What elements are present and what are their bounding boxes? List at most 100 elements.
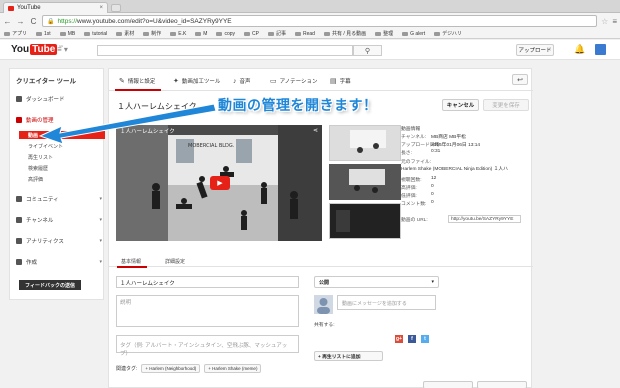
bookmark-item[interactable]: 制作 [143,30,161,37]
tab-label: 情報と設定 [127,79,156,85]
browser-tab[interactable]: YouTube × [3,2,108,13]
privacy-select[interactable]: 公開 ▾ [314,276,439,288]
tab-annotations[interactable]: ▭ アノテーション [270,77,318,85]
play-button[interactable]: ▶ [210,176,230,190]
info-row: 動画の URL: [401,216,431,223]
title-input[interactable]: １人ハーレムシェイク [116,276,299,288]
back-arrow-icon[interactable]: ← [3,17,12,26]
info-value: MB商店 MB平松 [431,135,466,140]
info-key: チャンネル: [401,135,427,140]
google-plus-icon[interactable]: g+ [395,335,403,343]
tab-label: アノテーション [279,79,318,85]
bookmark-item[interactable]: copy [216,31,235,37]
forward-arrow-icon[interactable]: → [16,17,25,26]
bookmark-item[interactable]: Read [295,31,315,37]
video-manager-icon [16,117,22,123]
info-key: コメント数: [401,202,427,207]
bookmark-item[interactable]: G alert [402,31,425,37]
info-row: 元のファイル: [401,158,431,165]
youtube-logo[interactable]: You Tube JP [11,44,63,55]
thumbnail-option[interactable] [329,203,401,239]
folder-icon [195,31,202,36]
notification-bell-icon[interactable]: 🔔 [574,44,585,55]
info-row: 長さ: 0:31 [401,149,440,156]
info-value: 12 [431,176,437,181]
bookmark-label: CP [252,30,259,37]
sidebar-item-analytics[interactable]: アナリティクス ▾ [16,237,102,245]
bottom-cancel-button[interactable] [423,381,473,388]
subitem-label: 動画 [28,132,39,139]
tab-subtitles[interactable]: ▤ 字幕 [330,77,351,85]
description-textarea[interactable]: 説明 [116,295,299,327]
search-icon: ⚲ [364,47,371,55]
sidebar-subitem-playlists[interactable]: 再生リスト [28,154,53,161]
sidebar-subitem-live[interactable]: ライブイベント [28,143,63,150]
folder-icon [244,31,251,36]
facebook-icon[interactable]: f [408,335,416,343]
bookmark-item[interactable]: tutorial [84,31,107,37]
bookmark-item[interactable]: 共有 / 見る動画 [323,30,366,37]
related-tag-chip[interactable]: + Harlem (Neighborhood) [141,364,201,373]
reload-icon[interactable]: C [29,17,38,26]
sidebar-subitem-videos[interactable]: 動画 [19,131,105,139]
upload-button[interactable]: アップロード [516,44,554,56]
tags-input[interactable]: タグ（例: アルバート・アインシュタイン、空飛ぶ豚、マッシュアップ） [116,335,299,357]
thumbnail-option[interactable] [329,125,401,161]
chevron-down-icon: ▾ [99,217,102,223]
save-changes-button[interactable]: 変更を保存 [483,99,529,111]
video-url-field[interactable]: http://youtu.be/SAZYRy9YYE [448,215,521,223]
tab-info-settings[interactable]: ✎ 情報と設定 [114,77,162,91]
bookmark-item[interactable]: CP [244,31,259,37]
sidebar-item-channel[interactable]: チャンネル ▾ [16,216,102,224]
share-message-input[interactable]: 動画にメッセージを追加する [337,295,436,310]
video-info-header: 動画情報 [401,125,420,132]
bottom-save-button[interactable] [477,381,527,388]
twitter-icon[interactable]: t [421,335,429,343]
related-tag-chip[interactable]: + Harlem Shake (meme) [204,364,262,373]
search-input[interactable] [97,45,353,56]
close-tab-icon[interactable]: × [99,5,103,11]
video-player[interactable]: MOBERCIAL BLDG. １人ハーレムシェイク ⋖ ▶ [116,125,322,241]
browser-menu-icon[interactable]: ≡ [612,17,617,26]
bookmark-item[interactable]: 記事 [267,30,286,37]
account-avatar[interactable] [595,44,606,55]
tab-audio[interactable]: ♪ 音声 [233,77,251,86]
tab-basic-info[interactable]: 基本情報 [116,258,148,268]
bookmark-label: tutorial [92,30,108,37]
tab-enhancements[interactable]: ✦ 動画加工ツール [173,77,220,85]
share-icon[interactable]: ⋖ [313,127,318,134]
sidebar-subitem-search-history[interactable]: 検索履歴 [28,165,48,172]
sidebar-item-video-manager[interactable]: 動画の管理 [16,116,102,124]
settings-subtabs: 基本情報 詳細設定 [109,253,533,268]
address-bar[interactable]: 🔒 https://www.youtube.com/edit?o=U&video… [42,15,598,27]
sidebar-item-create[interactable]: 作成 ▾ [16,258,102,266]
add-to-playlist-button[interactable]: + 再生リストに追加 [314,351,383,361]
search-button[interactable]: ⚲ [353,45,382,56]
info-value: 0 [431,192,434,197]
folder-icon [170,31,177,36]
new-tab-button[interactable] [111,4,121,12]
dashboard-icon [16,96,22,102]
speech-bubble-icon: ▭ [270,78,277,85]
sidebar-subitem-likes[interactable]: 高評価 [28,176,43,183]
tab-advanced-settings[interactable]: 詳細設定 [165,258,185,265]
info-row: 高評価: 0 [401,184,434,191]
bookmark-item[interactable]: 素材 [116,30,134,37]
bookmark-item[interactable]: 1st [36,31,51,37]
bookmark-star-icon[interactable]: ☆ [601,17,608,26]
guide-menu-icon[interactable]: ≡ ▾ [57,45,68,54]
bookmark-item[interactable]: アプリ [4,30,27,37]
chevron-down-icon: ▾ [99,238,102,244]
cancel-button[interactable]: キャンセル [442,99,479,111]
bookmark-item[interactable]: MB [59,31,75,37]
bookmark-item[interactable]: 整理 [375,30,393,37]
creator-tools-sidebar: クリエイター ツール ダッシュボード 動画の管理 動画 ライブイベント 再生リス… [9,68,105,300]
bookmark-item[interactable]: E.K [170,31,186,37]
sidebar-item-community[interactable]: コミュニティ ▾ [16,195,102,203]
send-feedback-button[interactable]: フィードバックの送信 [19,280,81,290]
bookmark-item[interactable]: デジハリ [434,30,462,37]
return-button[interactable]: ↩ [512,74,528,85]
bookmark-item[interactable]: M [195,31,207,37]
sidebar-item-dashboard[interactable]: ダッシュボード [16,95,102,103]
thumbnail-option-selected[interactable] [329,164,401,200]
